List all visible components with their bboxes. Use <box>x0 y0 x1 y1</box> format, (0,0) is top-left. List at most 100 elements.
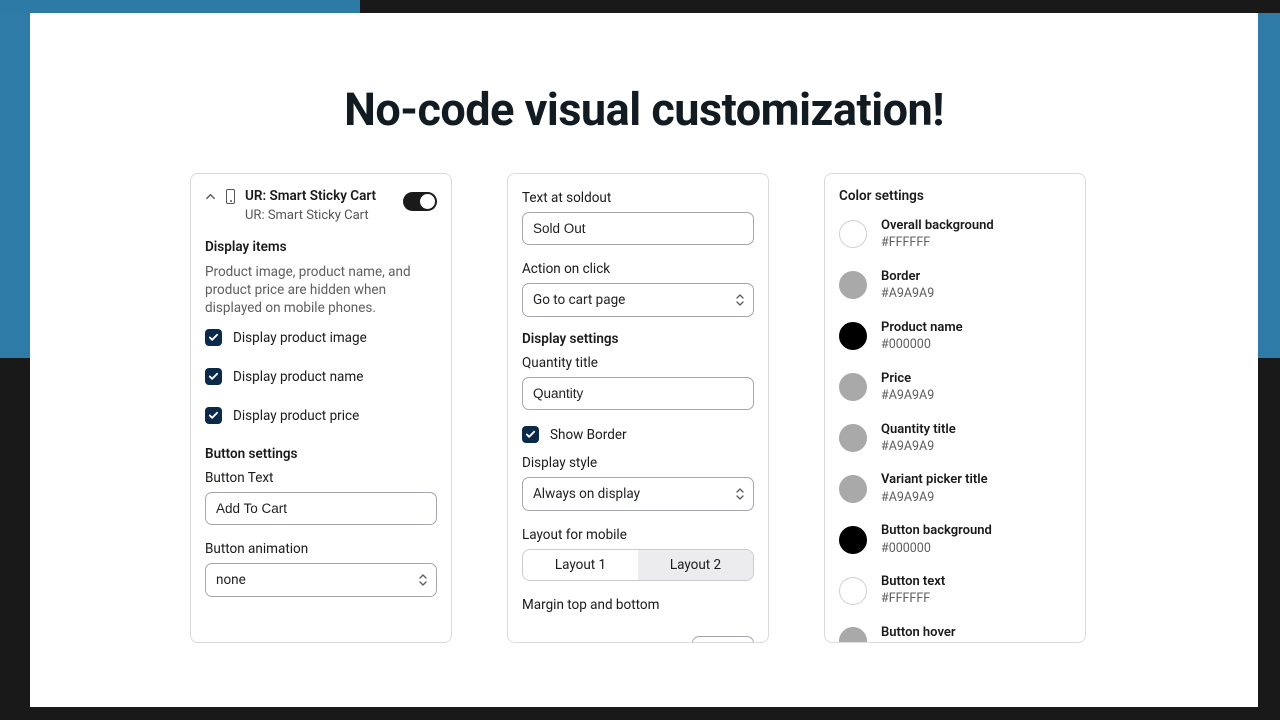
color-swatch <box>839 475 867 503</box>
select-updown-icon <box>735 293 745 307</box>
checkbox-row-border[interactable]: Show Border <box>522 426 754 443</box>
select-action-on-click[interactable]: Go to cart page <box>522 283 754 317</box>
color-name: Button hover <box>881 625 956 641</box>
checkbox-row-price[interactable]: Display product price <box>205 407 437 424</box>
color-text: Overall background #FFFFFF <box>881 218 994 251</box>
section-button-settings: Button settings <box>205 446 437 462</box>
color-text: Button hover #A9A9A9 <box>881 625 956 643</box>
color-hex: #FFFFFF <box>881 591 945 607</box>
color-row-button-bg[interactable]: Button background #000000 <box>839 523 1071 556</box>
color-text: Variant picker title #A9A9A9 <box>881 472 988 505</box>
color-row-quantity-title[interactable]: Quantity title #A9A9A9 <box>839 422 1071 455</box>
chevron-up-icon[interactable] <box>205 191 216 202</box>
color-row-variant-title[interactable]: Variant picker title #A9A9A9 <box>839 472 1071 505</box>
checkbox-icon <box>205 329 222 346</box>
input-button-text[interactable] <box>205 492 437 525</box>
checkbox-row-image[interactable]: Display product image <box>205 329 437 346</box>
color-text: Button background #000000 <box>881 523 992 556</box>
color-swatch <box>839 424 867 452</box>
select-updown-icon <box>735 487 745 501</box>
color-hex: #A9A9A9 <box>881 286 934 302</box>
select-button-animation[interactable]: none <box>205 563 437 597</box>
input-quantity-title[interactable] <box>522 377 754 410</box>
checkbox-icon <box>205 407 222 424</box>
color-text: Price #A9A9A9 <box>881 371 934 404</box>
color-name: Variant picker title <box>881 472 988 488</box>
label-display-style: Display style <box>522 455 754 471</box>
decorative-bar <box>0 0 360 13</box>
block-subtitle: UR: Smart Sticky Cart <box>245 208 393 223</box>
color-row-button-text[interactable]: Button text #FFFFFF <box>839 574 1071 607</box>
color-row-product-name[interactable]: Product name #000000 <box>839 320 1071 353</box>
color-swatch <box>839 271 867 299</box>
color-name: Quantity title <box>881 422 956 438</box>
panels-wrapper: UR: Smart Sticky Cart UR: Smart Sticky C… <box>190 173 1098 707</box>
segmented-layout-mobile[interactable]: Layout 1 Layout 2 <box>522 549 754 581</box>
label-layout-mobile: Layout for mobile <box>522 527 754 543</box>
display-helper-text: Product image, product name, and product… <box>205 263 437 318</box>
color-row-border[interactable]: Border #A9A9A9 <box>839 269 1071 302</box>
checkbox-icon <box>522 426 539 443</box>
section-display-items: Display items <box>205 239 437 255</box>
input-margin-tb[interactable] <box>692 636 754 643</box>
color-row-price[interactable]: Price #A9A9A9 <box>839 371 1071 404</box>
label-margin-tb: Margin top and bottom <box>522 597 754 613</box>
color-hex: #A9A9A9 <box>881 439 956 455</box>
block-titles: UR: Smart Sticky Cart UR: Smart Sticky C… <box>245 188 393 223</box>
label-soldout-text: Text at soldout <box>522 190 754 206</box>
color-name: Button text <box>881 574 945 590</box>
section-display-settings: Display settings <box>522 331 754 347</box>
block-header: UR: Smart Sticky Cart UR: Smart Sticky C… <box>205 188 437 223</box>
color-name: Overall background <box>881 218 994 234</box>
color-swatch <box>839 627 867 643</box>
select-value: Go to cart page <box>533 292 625 308</box>
checkbox-label: Display product price <box>233 408 359 424</box>
decorative-bar <box>1258 13 1280 358</box>
color-swatch <box>839 373 867 401</box>
select-value: none <box>216 572 246 588</box>
label-action-on-click: Action on click <box>522 261 754 277</box>
segment-layout1[interactable]: Layout 1 <box>523 550 638 580</box>
checkbox-label: Display product image <box>233 330 367 346</box>
color-name: Price <box>881 371 934 387</box>
color-swatch <box>839 577 867 605</box>
color-name: Product name <box>881 320 963 336</box>
select-updown-icon <box>418 573 428 587</box>
label-button-text: Button Text <box>205 470 437 486</box>
panel-display-settings: Text at soldout Action on click Go to ca… <box>507 173 769 643</box>
checkbox-row-name[interactable]: Display product name <box>205 368 437 385</box>
color-hex: #A9A9A9 <box>881 388 934 404</box>
color-text: Quantity title #A9A9A9 <box>881 422 956 455</box>
color-name: Button background <box>881 523 992 539</box>
enable-toggle[interactable] <box>403 192 437 211</box>
color-swatch <box>839 526 867 554</box>
color-hex: #A9A9A9 <box>881 490 988 506</box>
color-name: Border <box>881 269 934 285</box>
color-row-overall-bg[interactable]: Overall background #FFFFFF <box>839 218 1071 251</box>
mobile-icon <box>226 189 235 204</box>
label-quantity-title: Quantity title <box>522 355 754 371</box>
checkbox-label: Show Border <box>550 427 627 443</box>
color-text: Product name #000000 <box>881 320 963 353</box>
color-row-button-hover[interactable]: Button hover #A9A9A9 <box>839 625 1071 643</box>
checkbox-icon <box>205 368 222 385</box>
select-value: Always on display <box>533 486 640 502</box>
label-button-animation: Button animation <box>205 541 437 557</box>
page-title: No-code visual customization! <box>30 83 1258 136</box>
select-display-style[interactable]: Always on display <box>522 477 754 511</box>
panel-display-items: UR: Smart Sticky Cart UR: Smart Sticky C… <box>190 173 452 643</box>
checkbox-label: Display product name <box>233 369 363 385</box>
decorative-bar <box>0 13 30 358</box>
input-soldout-text[interactable] <box>522 212 754 245</box>
block-title: UR: Smart Sticky Cart <box>245 188 393 206</box>
color-hex: #A9A9A9 <box>881 642 956 643</box>
color-text: Button text #FFFFFF <box>881 574 945 607</box>
color-hex: #000000 <box>881 337 963 353</box>
color-swatch <box>839 220 867 248</box>
color-text: Border #A9A9A9 <box>881 269 934 302</box>
color-hex: #FFFFFF <box>881 235 994 251</box>
panel-color-settings: Color settings Overall background #FFFFF… <box>824 173 1086 643</box>
segment-layout2[interactable]: Layout 2 <box>638 550 753 580</box>
section-color-settings: Color settings <box>839 188 1071 204</box>
page-canvas: No-code visual customization! UR: Smart … <box>30 13 1258 707</box>
